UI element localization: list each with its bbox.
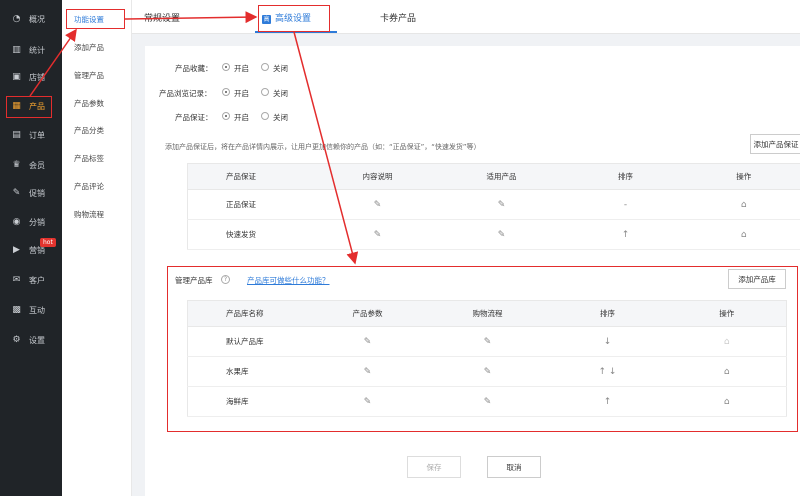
annotation-arrows	[29, 11, 359, 265]
arrow-product-to-function	[29, 28, 77, 97]
arrow-function-to-tab	[124, 11, 258, 24]
arrow-tab-to-library	[293, 31, 359, 265]
